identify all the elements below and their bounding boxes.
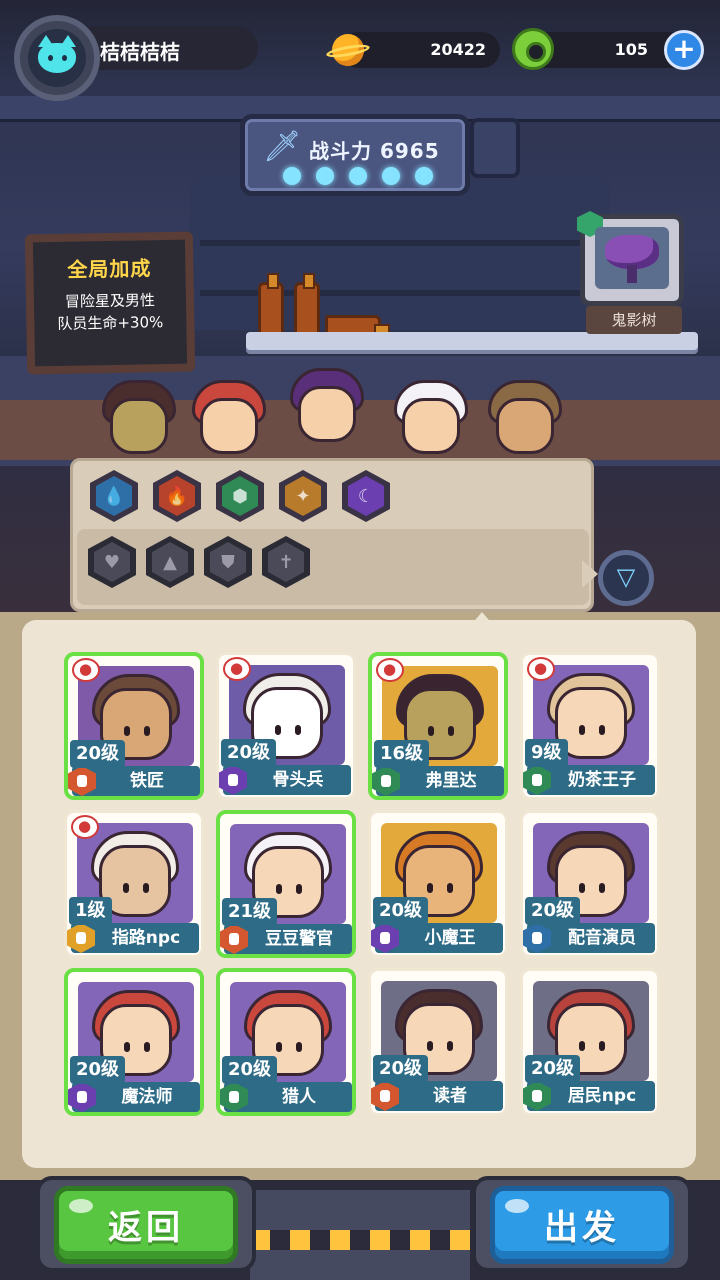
hero-card[interactable]: 居民npc 20级 bbox=[520, 968, 660, 1116]
team-member-hunter bbox=[186, 376, 272, 456]
hero-level: 20级 bbox=[525, 1055, 581, 1083]
bonus-title: 全局加成 bbox=[67, 256, 152, 282]
pipe-decoration bbox=[470, 118, 520, 178]
hero-card[interactable]: 奶茶王子9级 bbox=[520, 652, 660, 800]
bottle-icon bbox=[294, 273, 320, 338]
power-dot bbox=[382, 167, 400, 185]
hero-level: 20级 bbox=[373, 897, 429, 925]
hero-card[interactable]: 骨头兵20级 bbox=[216, 652, 356, 800]
hero-card[interactable]: 配音演员 20级 bbox=[520, 810, 660, 958]
depart-button[interactable]: 出发 bbox=[490, 1186, 674, 1264]
hero-card[interactable]: 铁匠20级 bbox=[64, 652, 204, 800]
hero-card[interactable]: 魔法师 20级 bbox=[64, 968, 204, 1116]
add-currency-button[interactable]: + bbox=[664, 30, 704, 70]
shelf-line bbox=[200, 240, 600, 246]
hero-card[interactable]: 小魔王 20级 bbox=[368, 810, 508, 958]
hero-level: 1级 bbox=[69, 897, 112, 925]
green-donut-icon bbox=[512, 28, 554, 70]
hero-level: 20级 bbox=[221, 739, 277, 767]
hero-level: 20级 bbox=[70, 740, 126, 768]
paw-badge-icon bbox=[376, 658, 404, 682]
hero-card[interactable]: 弗里达16级 bbox=[368, 652, 508, 800]
hero-level: 9级 bbox=[525, 739, 568, 767]
tree-icon bbox=[605, 235, 659, 269]
hero-level: 21级 bbox=[222, 898, 278, 926]
filter-panel bbox=[70, 458, 594, 612]
coin-value: 20422 bbox=[430, 40, 486, 59]
team-member-frida bbox=[96, 376, 182, 456]
hazard-rail bbox=[250, 1190, 470, 1280]
cat-face-icon bbox=[38, 35, 76, 73]
player-name: 桔桔桔桔 bbox=[100, 40, 180, 64]
team-member-mage bbox=[284, 364, 370, 444]
power-dot bbox=[316, 167, 334, 185]
tv-screen bbox=[595, 227, 669, 289]
back-button-label: 返回 bbox=[108, 1208, 184, 1248]
hero-level: 16级 bbox=[374, 740, 430, 768]
planet-coin-icon bbox=[325, 30, 371, 70]
player-avatar[interactable] bbox=[14, 15, 100, 101]
hero-level: 20级 bbox=[70, 1056, 126, 1084]
paw-badge-icon bbox=[71, 815, 99, 839]
team-member-officer bbox=[388, 376, 474, 456]
paw-badge-icon bbox=[527, 657, 555, 681]
combat-power-label: 战斗力 6965 bbox=[309, 139, 440, 163]
back-button[interactable]: 返回 bbox=[54, 1186, 238, 1264]
bonus-line-2: 队员生命+30% bbox=[57, 313, 164, 333]
team-member-blacksmith bbox=[482, 376, 568, 456]
power-slot-indicators bbox=[283, 167, 433, 185]
bonus-line-1: 冒险星及男性 bbox=[64, 291, 156, 311]
power-dot bbox=[349, 167, 367, 185]
depart-button-label: 出发 bbox=[544, 1208, 620, 1248]
funnel-icon[interactable]: ▽ bbox=[598, 550, 654, 606]
hero-card[interactable]: 指路npc1级 bbox=[64, 810, 204, 958]
bottle-icon bbox=[258, 273, 284, 338]
hero-level: 20级 bbox=[373, 1055, 429, 1083]
tv-label: 鬼影树 bbox=[586, 306, 682, 334]
sword-icon: 🗡 bbox=[263, 129, 302, 164]
counter-shelf bbox=[246, 332, 698, 350]
ghost-tree-tv[interactable] bbox=[577, 211, 684, 306]
paw-badge-icon bbox=[72, 658, 100, 682]
combat-power-panel: 🗡 战斗力 6965 bbox=[240, 114, 470, 196]
global-bonus-board: 全局加成 冒险星及男性 队员生命+30% bbox=[24, 231, 196, 375]
hero-level: 20级 bbox=[222, 1056, 278, 1084]
hero-card[interactable]: 猎人 20级 bbox=[216, 968, 356, 1116]
donut-value: 105 bbox=[614, 40, 648, 59]
hero-card[interactable]: 豆豆警官 21级 bbox=[216, 810, 356, 958]
back-shelf bbox=[190, 180, 610, 330]
hero-level: 20级 bbox=[525, 897, 581, 925]
power-dot bbox=[283, 167, 301, 185]
paw-badge-icon bbox=[223, 657, 251, 681]
hero-card[interactable]: 读者 20级 bbox=[368, 968, 508, 1116]
power-dot bbox=[415, 167, 433, 185]
